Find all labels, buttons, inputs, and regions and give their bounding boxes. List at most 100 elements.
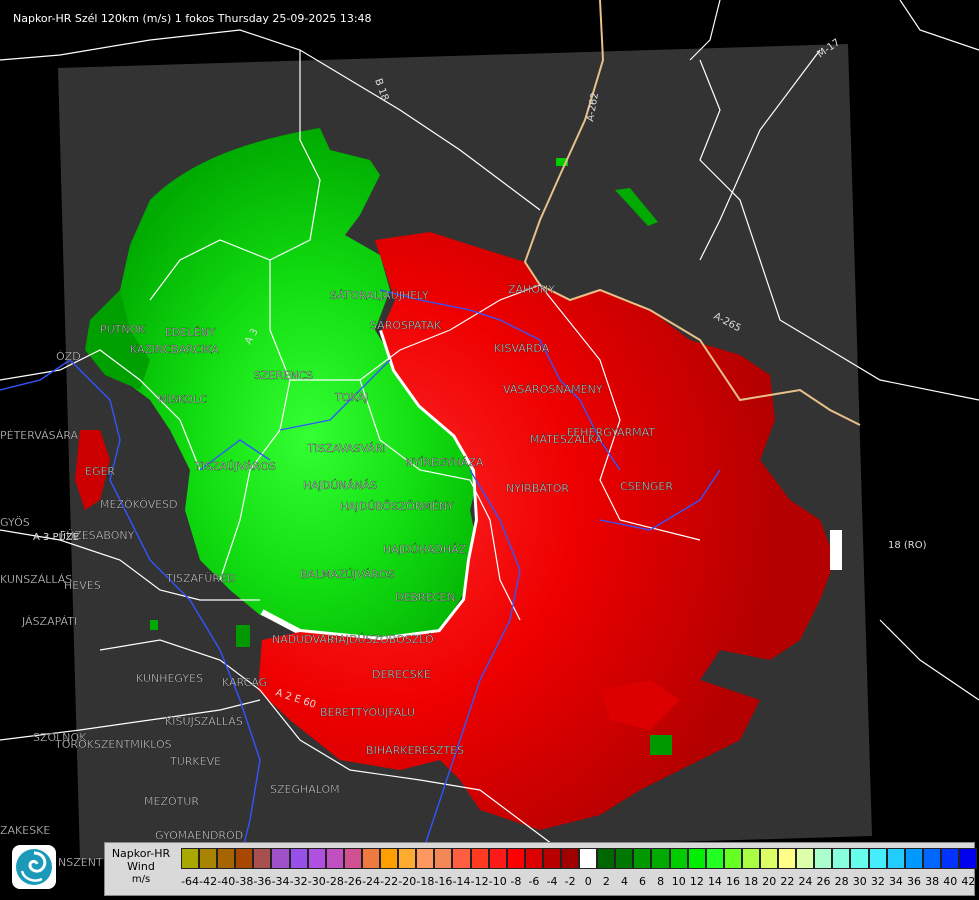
legend-swatch [922, 848, 941, 869]
legend-swatch [832, 848, 851, 869]
legend-swatch [760, 848, 779, 869]
place-label: ÓZD [56, 350, 81, 363]
place-label: EDELÉNY [165, 326, 216, 339]
legend-tick: 4 [620, 875, 628, 888]
legend-tick: -22 [380, 875, 399, 888]
legend-tick: 18 [744, 875, 759, 888]
legend-swatch [235, 848, 254, 869]
legend-tick: -2 [564, 875, 576, 888]
place-label: MEZŐTÚR [144, 794, 199, 808]
legend-color-scale [181, 848, 978, 869]
legend-swatch [452, 848, 471, 869]
legend-swatch [705, 848, 724, 869]
place-label: NÁDUDVAR [272, 633, 335, 646]
legend-tick: 28 [834, 875, 849, 888]
place-label: HAJDÚNÁNÁS [303, 479, 377, 492]
place-label: HAJDÚHADHÁZ [383, 543, 467, 556]
radar-echo-speck [236, 625, 250, 647]
legend-tick: -64 [181, 875, 200, 888]
legend-swatch [524, 848, 543, 869]
legend-swatch [886, 848, 905, 869]
legend-tick: 8 [657, 875, 665, 888]
legend-tick: -34 [271, 875, 290, 888]
legend-tick: 42 [961, 875, 976, 888]
road-label: 18 (RO) [888, 540, 927, 551]
place-label: SZEGHALOM [270, 783, 340, 796]
legend-swatch [669, 848, 688, 869]
place-label: HAJDÚSZOBOSZLÓ [330, 633, 434, 646]
legend-tick: 22 [780, 875, 795, 888]
legend-tick: 10 [671, 875, 686, 888]
legend-tick: -16 [434, 875, 453, 888]
place-label: KISVÁRDA [494, 342, 550, 355]
legend-tick: 32 [870, 875, 885, 888]
legend-swatch [253, 848, 272, 869]
legend-swatch [633, 848, 652, 869]
legend-tick: 30 [852, 875, 867, 888]
legend-swatch [651, 848, 670, 869]
legend-tick: 26 [816, 875, 831, 888]
legend-tick: 20 [762, 875, 777, 888]
legend-swatch [199, 848, 218, 869]
place-label: TISZAFÜRED [165, 572, 235, 585]
legend-swatch [307, 848, 326, 869]
legend-tick: -20 [398, 875, 417, 888]
legend-tick: 34 [888, 875, 903, 888]
legend-unit: m/s [131, 874, 151, 885]
legend-swatch [181, 848, 200, 869]
legend-tick: -42 [199, 875, 218, 888]
legend-swatch [615, 848, 634, 869]
legend-tick: 0 [584, 875, 592, 888]
legend-swatch [380, 848, 399, 869]
legend-swatch [361, 848, 381, 869]
legend-tick: 38 [925, 875, 940, 888]
place-label: HAJDÚBÖSZÖRMÉNY [340, 500, 454, 513]
legend-swatch [560, 848, 580, 869]
place-label: KUNSZÁLLÁS [0, 573, 72, 586]
place-label: EGER [85, 465, 115, 478]
legend-tick: -38 [235, 875, 254, 888]
radar-map: SÁTORALJAÚJHELY SÁROSPATAK ZÁHONY KISVÁR… [0, 0, 979, 881]
place-label: PÉTERVÁSÁRA [0, 429, 79, 442]
legend-swatch [796, 848, 815, 869]
legend-tick: -24 [362, 875, 381, 888]
legend-label: Napkor-HR Wind m/s [105, 847, 177, 886]
legend-tick: -4 [546, 875, 558, 888]
place-label: VÁSÁROSNAMÉNY [503, 383, 603, 396]
legend-swatch [579, 848, 598, 869]
place-label: BALMAZÚJVÁROS [300, 568, 395, 581]
legend-tick: -36 [253, 875, 272, 888]
legend-tick: 6 [639, 875, 647, 888]
place-label: JÁSZAPÁTI [21, 615, 77, 628]
place-label: NYÍRBÁTOR [506, 482, 569, 495]
legend-tick-labels: -64 -42 -40 -38 -36 -34 -32 -30 -28 -26 -24 -22 -20-… [181, 875, 976, 889]
legend-tick: 2 [602, 875, 610, 888]
swirl-logo-icon [12, 845, 56, 889]
legend-swatch [271, 848, 290, 869]
legend-tick: -8 [510, 875, 522, 888]
legend-swatch [470, 848, 489, 869]
legend-tick: 24 [798, 875, 813, 888]
legend-tick: -14 [452, 875, 471, 888]
place-label: DEBRECEN [395, 591, 455, 604]
place-label: BERETTYÓÚJFALU [320, 706, 415, 719]
place-label: TÖRÖKSZENTMIKLÓS [54, 738, 172, 751]
place-label: MEZŐKÖVESD [100, 497, 178, 511]
radar-echo-speck [650, 735, 672, 755]
place-label: BIHARKERESZTES [366, 744, 464, 757]
place-label: SÁTORALJAÚJHELY [330, 289, 429, 302]
legend-tick: -18 [416, 875, 435, 888]
place-label: DERECSKE [372, 668, 431, 681]
place-label: KARCAG [222, 676, 267, 689]
place-label: SÁROSPATAK [370, 319, 442, 332]
map-title: Napkor-HR Szél 120km (m/s) 1 fokos Thurs… [13, 12, 372, 25]
legend-tick: 12 [689, 875, 704, 888]
place-label: TOKAJ [334, 391, 368, 404]
radar-echo-speck [150, 620, 158, 630]
place-label: MÁTÉSZALKA [530, 433, 603, 446]
place-label: TISZAÚJVÁROS [194, 460, 276, 473]
legend-tick: -40 [217, 875, 236, 888]
legend-swatch [741, 848, 760, 869]
place-label: PUTNOK [100, 323, 146, 336]
place-label: TÚRKEVE [169, 755, 221, 768]
